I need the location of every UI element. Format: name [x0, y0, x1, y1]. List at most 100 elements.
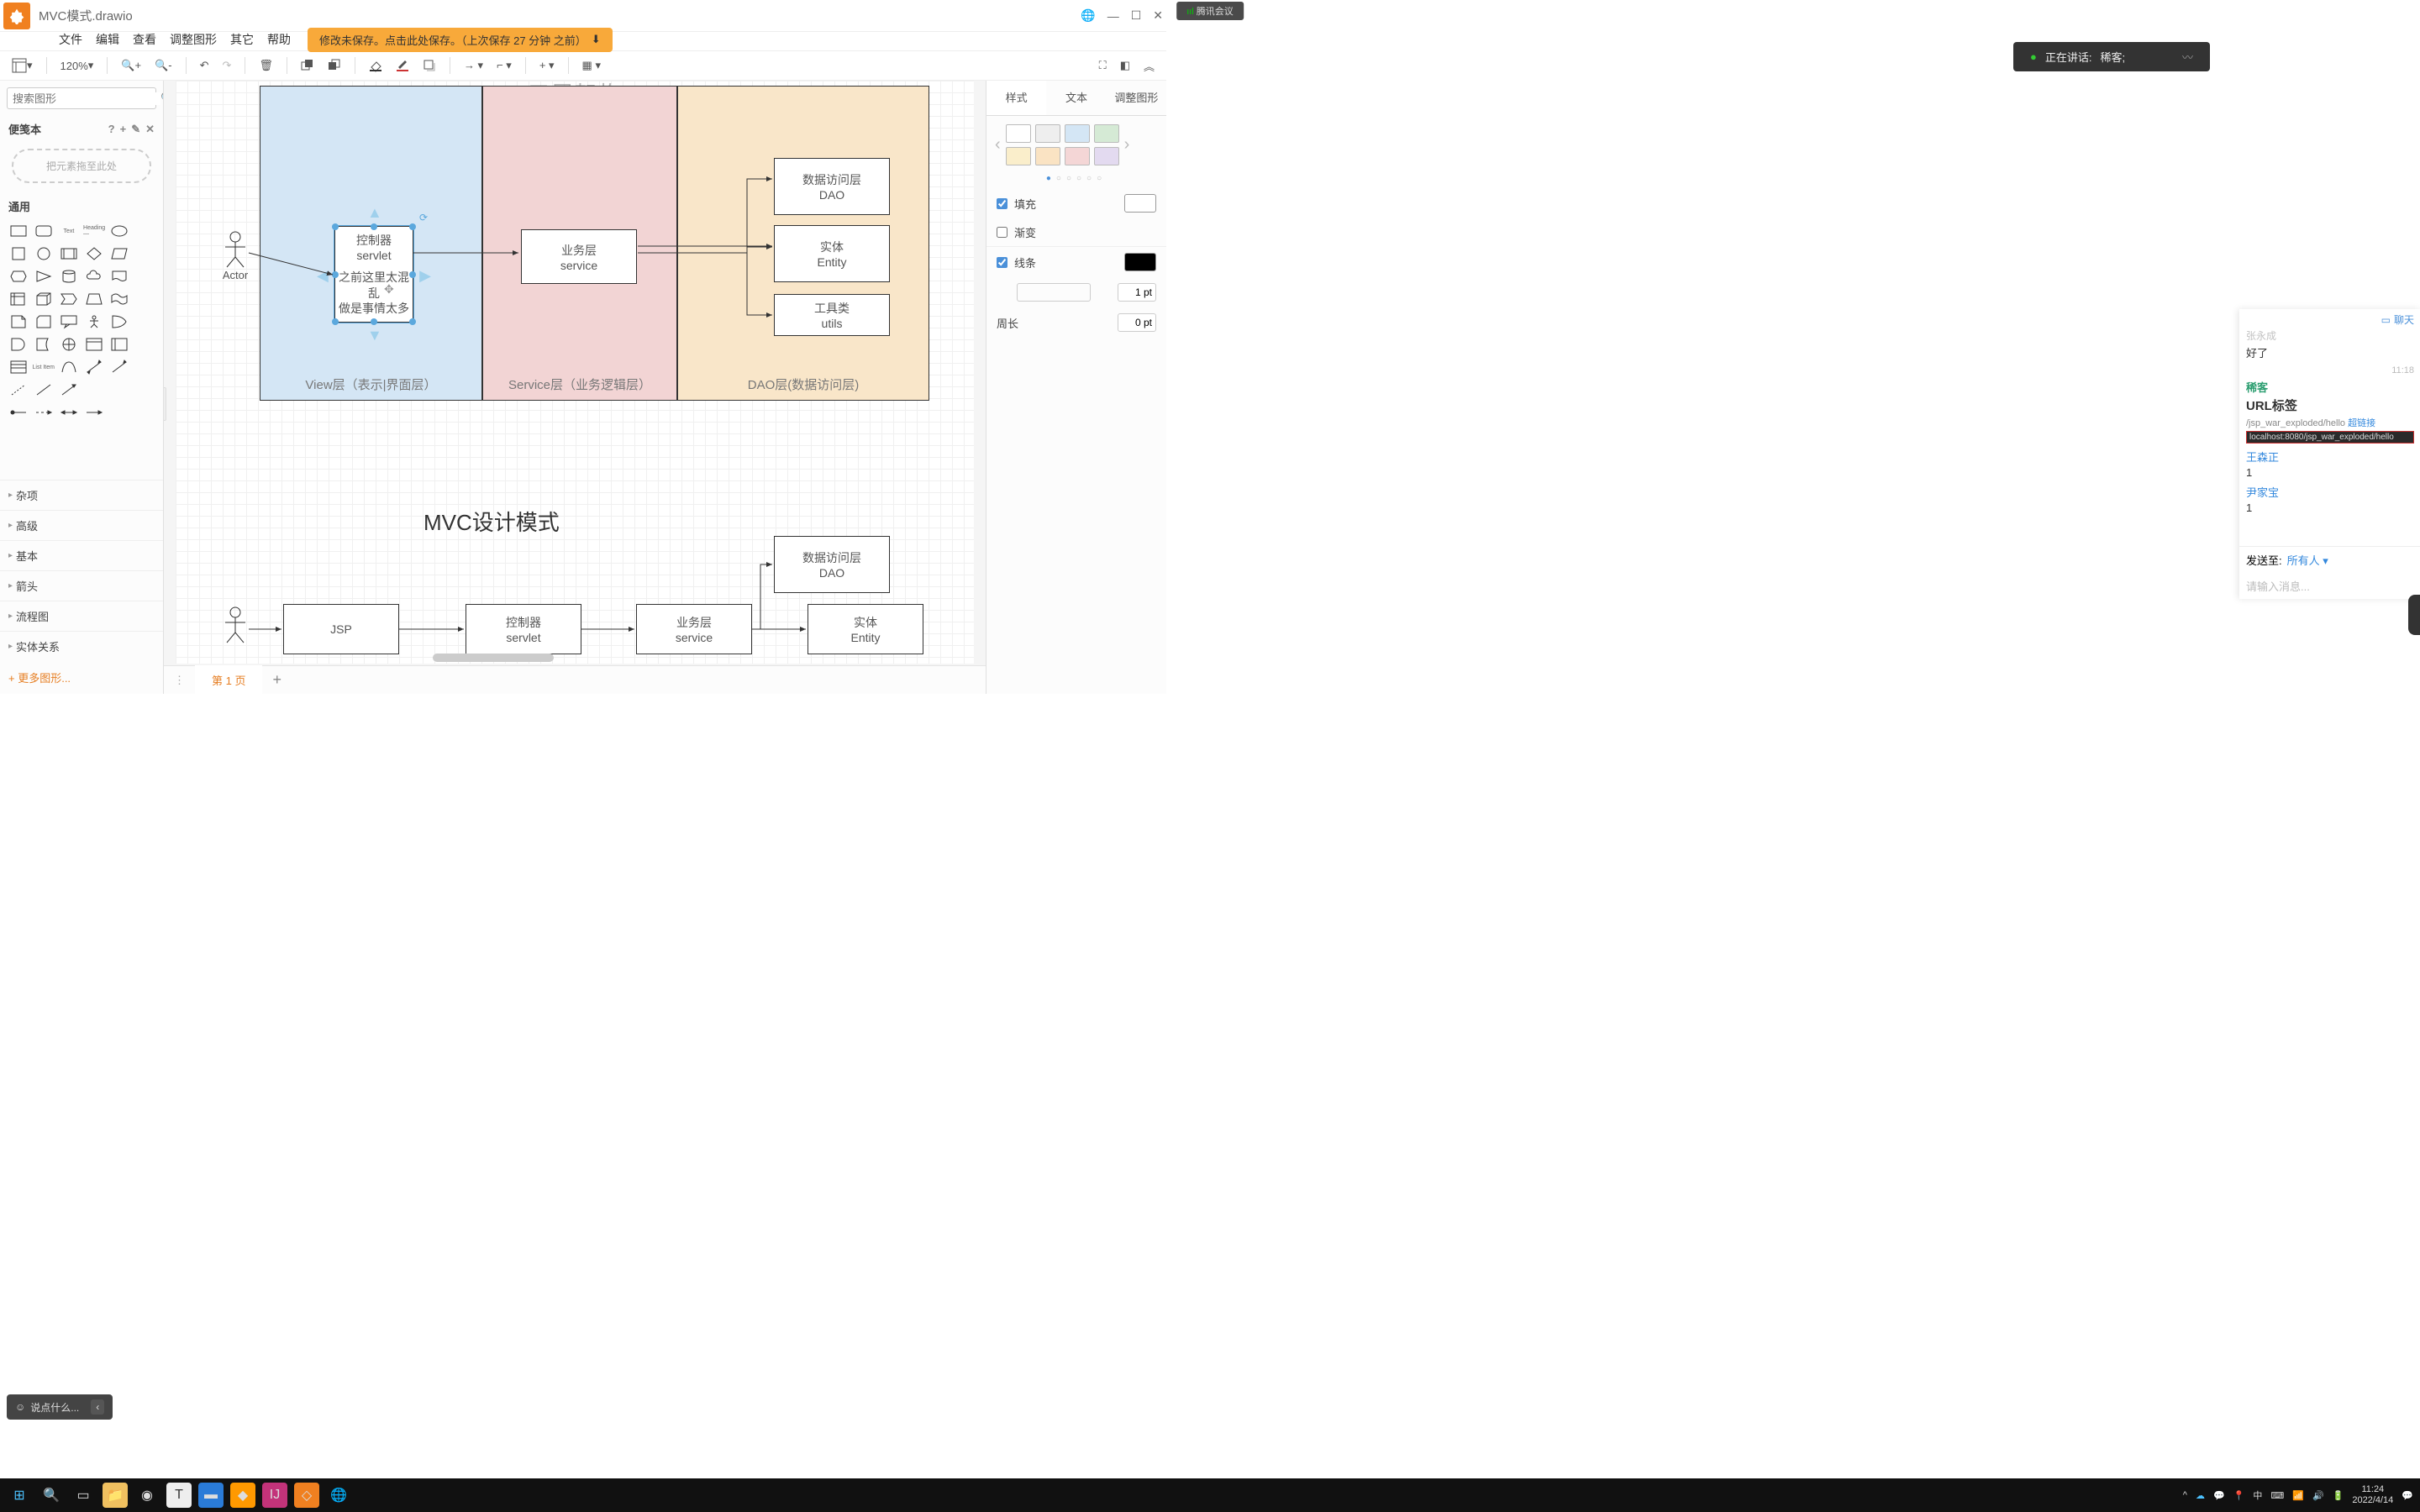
- controller-box[interactable]: 控制器 servlet 之前这里太混乱 做是事情太多 ▲ ▼ ◀ ▶ ⟳ ✥: [334, 226, 413, 323]
- close-scratchpad-icon[interactable]: ✕: [145, 123, 155, 136]
- shape-blank5[interactable]: [134, 312, 156, 332]
- typora-icon[interactable]: T: [166, 1483, 192, 1508]
- undo-button[interactable]: ↶: [197, 57, 213, 74]
- shape-ellipse[interactable]: [108, 221, 131, 241]
- table-button[interactable]: ▦ ▾: [579, 57, 604, 74]
- zoom-level[interactable]: 120% ▾: [57, 57, 97, 74]
- chrome-icon[interactable]: ◉: [134, 1483, 160, 1508]
- delete-button[interactable]: 🗑: [255, 57, 276, 74]
- add-page-button[interactable]: +: [262, 671, 292, 689]
- cat-basic[interactable]: 基本: [0, 540, 163, 570]
- line-style-select[interactable]: [1017, 283, 1091, 302]
- shape-hexagon[interactable]: [7, 266, 29, 286]
- shape-trapezoid[interactable]: [82, 289, 105, 309]
- tab-style[interactable]: 样式: [986, 81, 1046, 115]
- swatch-pager[interactable]: ●○○○○○: [986, 174, 1166, 183]
- tray-battery-icon[interactable]: 🔋: [2333, 1490, 2344, 1501]
- add-icon[interactable]: +: [120, 123, 127, 136]
- swatch-red[interactable]: [1065, 147, 1090, 165]
- jsp-box[interactable]: JSP: [283, 604, 399, 654]
- shape-container-v[interactable]: [108, 334, 131, 354]
- entity-box[interactable]: 实体 Entity: [774, 225, 890, 282]
- fill-checkbox[interactable]: [997, 198, 1007, 209]
- shape-blank4[interactable]: [134, 289, 156, 309]
- shape-list[interactable]: [7, 357, 29, 377]
- maximize-button[interactable]: ☐: [1131, 8, 1142, 23]
- more-shapes-link[interactable]: + 更多图形...: [0, 661, 163, 694]
- sublime-icon[interactable]: ◆: [230, 1483, 255, 1508]
- tab-arrange[interactable]: 调整图形: [1107, 81, 1166, 115]
- shape-rect[interactable]: [7, 221, 29, 241]
- cat-flowchart[interactable]: 流程图: [0, 601, 163, 631]
- minimize-button[interactable]: —: [1107, 9, 1119, 23]
- service-box-2[interactable]: 业务层 service: [636, 604, 752, 654]
- fill-color-button[interactable]: [366, 57, 386, 74]
- close-button[interactable]: ✕: [1153, 8, 1163, 23]
- dao-box-2[interactable]: 数据访问层 DAO: [774, 536, 890, 593]
- tray-chevron-icon[interactable]: ^: [2183, 1490, 2187, 1500]
- side-tab-handle[interactable]: [2408, 595, 2420, 635]
- send-target-select[interactable]: 所有人 ▾: [2287, 552, 2328, 568]
- tencent-meeting-icon[interactable]: ▬: [198, 1483, 224, 1508]
- utils-box[interactable]: 工具类 utils: [774, 294, 890, 336]
- shape-blank9[interactable]: [108, 380, 131, 400]
- explorer-icon[interactable]: 📁: [103, 1483, 128, 1508]
- tray-wifi-icon[interactable]: 📶: [2292, 1490, 2304, 1501]
- shape-dashed[interactable]: [7, 380, 29, 400]
- rotate-handle[interactable]: ⟳: [419, 212, 428, 225]
- shape-step[interactable]: [57, 289, 80, 309]
- tray-volume-icon[interactable]: 🔊: [2312, 1490, 2324, 1501]
- task-view-icon[interactable]: ▭: [71, 1483, 96, 1508]
- shape-blank6[interactable]: [134, 334, 156, 354]
- shape-thin-arrow[interactable]: [57, 380, 80, 400]
- menu-help[interactable]: 帮助: [262, 29, 296, 50]
- fill-swatch[interactable]: [1124, 194, 1156, 213]
- shape-document[interactable]: [108, 266, 131, 286]
- notifications-icon[interactable]: 💬: [2402, 1490, 2413, 1501]
- shape-blank12[interactable]: [134, 402, 156, 423]
- shape-arrow[interactable]: [108, 357, 131, 377]
- perimeter-input[interactable]: [1118, 313, 1156, 332]
- shape-card[interactable]: [32, 312, 55, 332]
- shape-text[interactable]: Text: [57, 221, 80, 241]
- tray-location-icon[interactable]: 📍: [2233, 1490, 2245, 1501]
- shape-blank10[interactable]: [134, 380, 156, 400]
- shape-triangle[interactable]: [32, 266, 55, 286]
- actor-figure[interactable]: Actor: [222, 230, 249, 281]
- shape-blank11[interactable]: [108, 402, 131, 423]
- swatch-next[interactable]: ›: [1124, 135, 1130, 155]
- shape-link4[interactable]: [82, 402, 105, 423]
- menu-extras[interactable]: 其它: [225, 29, 259, 50]
- cat-advanced[interactable]: 高级: [0, 510, 163, 540]
- shape-link3[interactable]: [57, 402, 80, 423]
- shape-blank[interactable]: [134, 221, 156, 241]
- search-taskbar-icon[interactable]: 🔍: [39, 1483, 64, 1508]
- menu-file[interactable]: 文件: [54, 29, 87, 50]
- zoom-in-icon[interactable]: 🔍+: [118, 57, 145, 74]
- shape-xor[interactable]: [57, 334, 80, 354]
- redo-button[interactable]: ↷: [219, 57, 235, 74]
- shape-datastore[interactable]: [32, 334, 55, 354]
- shape-cube[interactable]: [32, 289, 55, 309]
- shape-blank8[interactable]: [82, 380, 105, 400]
- to-front-button[interactable]: [297, 57, 318, 74]
- swatch-purple[interactable]: [1094, 147, 1119, 165]
- intellij-icon[interactable]: IJ: [262, 1483, 287, 1508]
- cat-er[interactable]: 实体关系: [0, 631, 163, 661]
- swatch-green[interactable]: [1094, 124, 1119, 143]
- fullscreen-icon[interactable]: ⛶: [1096, 57, 1110, 74]
- dao-box[interactable]: 数据访问层 DAO: [774, 158, 890, 215]
- shape-cloud[interactable]: [82, 266, 105, 286]
- language-icon[interactable]: 🌐: [1081, 8, 1095, 23]
- shape-process[interactable]: [57, 244, 80, 264]
- shape-callout[interactable]: [57, 312, 80, 332]
- shape-link2[interactable]: [32, 402, 55, 423]
- scratchpad-drop[interactable]: 把元素拖至此处: [12, 149, 151, 183]
- tray-cloud-icon[interactable]: ☁: [2196, 1490, 2205, 1501]
- collapse-icon[interactable]: ︽: [1140, 56, 1158, 76]
- help-icon[interactable]: ?: [108, 123, 115, 136]
- zoom-out-icon[interactable]: 🔍-: [151, 57, 176, 74]
- swatch-blue[interactable]: [1065, 124, 1090, 143]
- tray-wechat-icon[interactable]: 💬: [2213, 1490, 2225, 1501]
- shape-blank2[interactable]: [134, 244, 156, 264]
